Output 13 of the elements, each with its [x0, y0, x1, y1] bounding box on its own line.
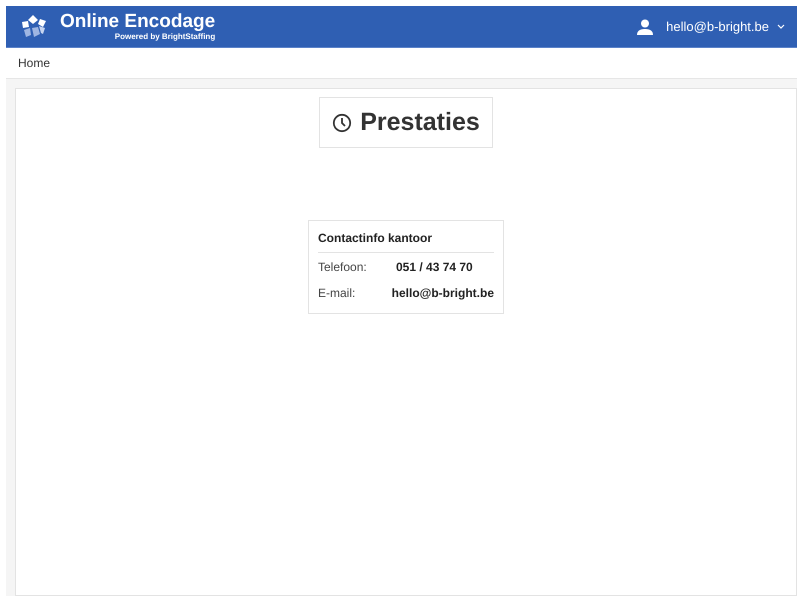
app-subtitle: Powered by BrightStaffing: [114, 33, 216, 41]
app-title: Online Encodage: [60, 12, 216, 31]
caret-icon[interactable]: [777, 24, 785, 30]
user-icon[interactable]: [636, 18, 654, 34]
field-value: hello@b-bright.be: [392, 284, 494, 302]
field-value: 051 / 43 74 70: [396, 258, 473, 276]
page-title: Prestaties: [319, 97, 493, 148]
card-title: Contactinfo kantoor: [318, 229, 494, 253]
field-label: E-mail:: [318, 284, 356, 302]
breadcrumb-link[interactable]: Home: [18, 54, 50, 72]
field-label: Telefoon:: [318, 258, 368, 276]
user-menu[interactable]: hello@b-bright.be: [666, 16, 769, 36]
clock-icon: [332, 112, 352, 132]
